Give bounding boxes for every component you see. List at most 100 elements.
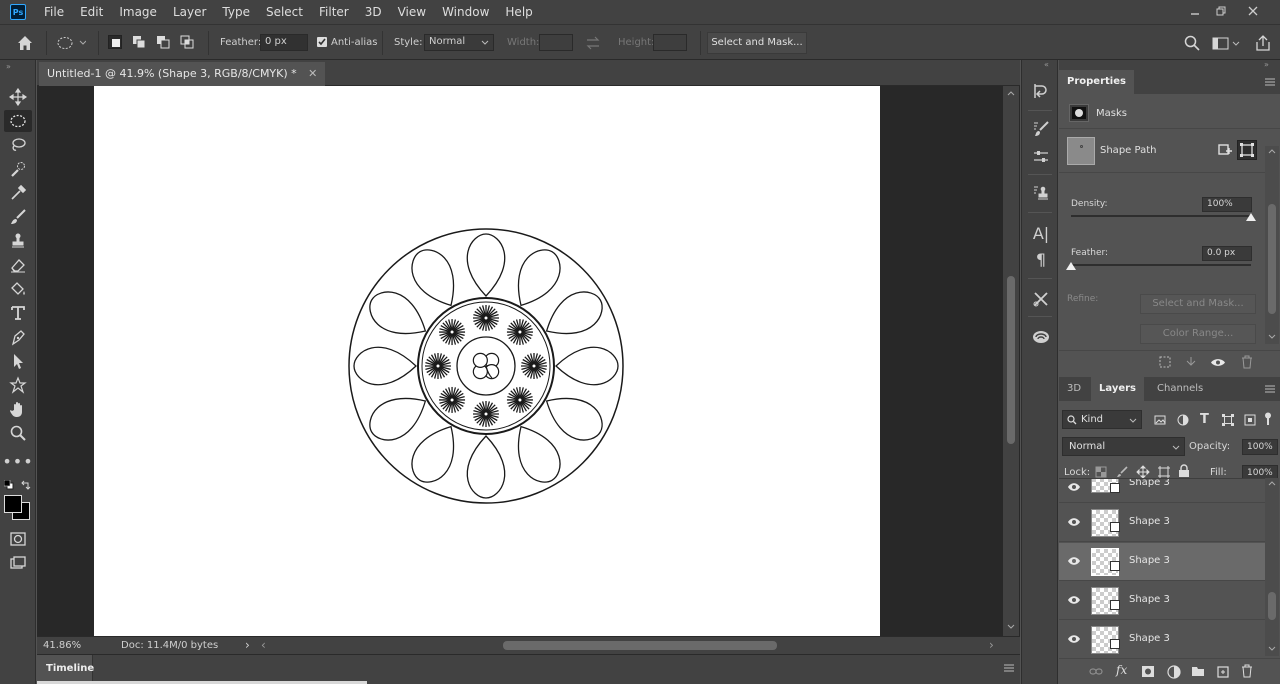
filter-toggle-icon[interactable] <box>1262 412 1274 426</box>
collapse-toolbox-icon[interactable]: » <box>6 62 11 71</box>
clone-stamp-tool-icon[interactable] <box>4 230 32 252</box>
eyedropper-tool-icon[interactable] <box>4 182 32 204</box>
subtract-selection-icon[interactable] <box>156 35 170 49</box>
menu-image[interactable]: Image <box>111 0 165 24</box>
search-icon[interactable] <box>1184 35 1202 53</box>
collapse-strip-icon[interactable]: « <box>1044 60 1049 69</box>
brush-tool-icon[interactable] <box>4 206 32 228</box>
opacity-input[interactable]: 100% <box>1242 439 1278 455</box>
horizontal-scroll-thumb[interactable] <box>503 641 777 650</box>
paragraph-icon[interactable]: ¶ <box>1030 248 1052 270</box>
new-layer-icon[interactable] <box>1216 665 1230 679</box>
menu-layer[interactable]: Layer <box>165 0 214 24</box>
scroll-left-icon[interactable]: ‹ <box>261 638 266 652</box>
filter-adjustment-icon[interactable] <box>1177 414 1189 426</box>
tool-presets-icon[interactable] <box>1030 288 1052 310</box>
feather-slider-track[interactable] <box>1071 264 1251 266</box>
blend-mode-select[interactable]: Normal <box>1062 437 1185 456</box>
filter-type-icon[interactable]: T <box>1200 412 1212 427</box>
tab-channels[interactable]: Channels <box>1149 377 1211 401</box>
density-input[interactable]: 100% <box>1202 197 1252 212</box>
lasso-tool-icon[interactable] <box>4 134 32 156</box>
menu-help[interactable]: Help <box>497 0 540 24</box>
layer-visibility-eye-icon[interactable] <box>1067 594 1081 606</box>
color-range-disabled-button[interactable]: Color Range... <box>1140 324 1256 344</box>
layers-scroll-thumb[interactable] <box>1268 592 1276 620</box>
canvas[interactable] <box>94 86 880 636</box>
history-icon[interactable] <box>1030 80 1052 102</box>
move-tool-icon[interactable] <box>4 86 32 108</box>
tab-properties[interactable]: Properties <box>1059 70 1134 94</box>
vertical-scrollbar[interactable] <box>1003 86 1019 636</box>
layers-scrollbar[interactable] <box>1265 478 1279 656</box>
quick-selection-tool-icon[interactable] <box>4 158 32 180</box>
zoom-level[interactable]: 41.86% <box>43 640 81 651</box>
minimize-icon[interactable] <box>1182 0 1208 22</box>
foreground-color-swatch[interactable] <box>4 495 22 513</box>
mask-visibility-eye-icon[interactable] <box>1210 357 1226 368</box>
scroll-right-icon[interactable]: › <box>989 638 994 652</box>
density-slider-track[interactable] <box>1071 215 1251 217</box>
share-icon[interactable] <box>1254 34 1272 52</box>
layer-visibility-eye-icon[interactable] <box>1067 516 1081 528</box>
type-tool-icon[interactable] <box>4 302 32 324</box>
vertical-scroll-thumb[interactable] <box>1007 276 1015 444</box>
feather-mask-input[interactable]: 0.0 px <box>1202 246 1252 261</box>
tab-layers[interactable]: Layers <box>1091 377 1144 401</box>
menu-filter[interactable]: Filter <box>311 0 357 24</box>
more-tools-icon[interactable]: ••• <box>2 450 32 472</box>
add-mask-icon[interactable] <box>1217 142 1233 158</box>
screen-mode-icon[interactable] <box>4 552 32 574</box>
new-selection-icon[interactable] <box>108 35 122 49</box>
layer-row[interactable]: Shape 3 <box>1059 582 1265 620</box>
layer-row[interactable]: Shape 3 <box>1059 479 1265 503</box>
intersect-selection-icon[interactable] <box>180 35 194 49</box>
quick-mask-icon[interactable] <box>4 528 32 550</box>
new-group-icon[interactable] <box>1191 665 1205 677</box>
layer-row-selected[interactable]: Shape 3 <box>1059 543 1265 581</box>
custom-shape-tool-icon[interactable] <box>4 374 32 396</box>
tab-3d[interactable]: 3D <box>1059 377 1089 401</box>
menu-select[interactable]: Select <box>258 0 311 24</box>
style-select[interactable]: Normal <box>424 34 494 51</box>
adjustments-icon[interactable] <box>1030 146 1052 168</box>
workspace-icon[interactable] <box>1212 36 1240 52</box>
path-selection-tool-icon[interactable] <box>4 350 32 372</box>
select-and-mask-disabled-button[interactable]: Select and Mask... <box>1140 294 1256 314</box>
vector-mask-icon[interactable] <box>1237 140 1257 160</box>
swap-width-height-icon[interactable] <box>585 36 601 50</box>
swap-colors-icon[interactable] <box>20 479 32 491</box>
feather-slider-thumb[interactable] <box>1066 262 1076 270</box>
elliptical-marquee-tool-icon[interactable] <box>4 110 32 132</box>
collapse-panels-icon[interactable]: » <box>1264 60 1269 69</box>
lock-all-icon[interactable] <box>1178 464 1190 478</box>
filter-smart-object-icon[interactable] <box>1244 414 1256 426</box>
height-input[interactable] <box>653 34 687 51</box>
properties-scroll-thumb[interactable] <box>1268 204 1276 314</box>
filter-pixel-icon[interactable] <box>1154 414 1166 426</box>
layer-style-fx-icon[interactable]: fx <box>1116 663 1127 677</box>
default-colors-icon[interactable] <box>3 479 14 490</box>
menu-3d[interactable]: 3D <box>357 0 390 24</box>
antialias-checkbox[interactable] <box>317 37 327 47</box>
add-selection-icon[interactable] <box>132 35 146 49</box>
clone-source-icon[interactable] <box>1030 182 1052 204</box>
select-and-mask-button[interactable]: Select and Mask... <box>707 32 807 54</box>
width-input[interactable] <box>539 34 573 51</box>
character-icon[interactable]: A| <box>1030 222 1052 244</box>
layers-menu-icon[interactable] <box>1264 384 1276 394</box>
properties-menu-icon[interactable] <box>1264 77 1276 87</box>
properties-scrollbar[interactable] <box>1265 146 1279 344</box>
layer-row[interactable]: Shape 3 <box>1059 621 1265 656</box>
eraser-tool-icon[interactable] <box>4 254 32 276</box>
feather-input[interactable]: 0 px <box>260 34 308 51</box>
add-layer-mask-icon[interactable] <box>1141 665 1155 678</box>
menu-file[interactable]: File <box>36 0 72 24</box>
timeline-menu-icon[interactable] <box>1003 663 1015 673</box>
lock-pixels-icon[interactable] <box>1116 466 1128 478</box>
delete-layer-icon[interactable] <box>1241 664 1253 678</box>
menu-window[interactable]: Window <box>434 0 497 24</box>
lock-transparent-icon[interactable] <box>1095 466 1107 478</box>
elliptical-marquee-preset-icon[interactable] <box>56 35 87 51</box>
layer-kind-filter[interactable]: Kind <box>1062 410 1142 429</box>
